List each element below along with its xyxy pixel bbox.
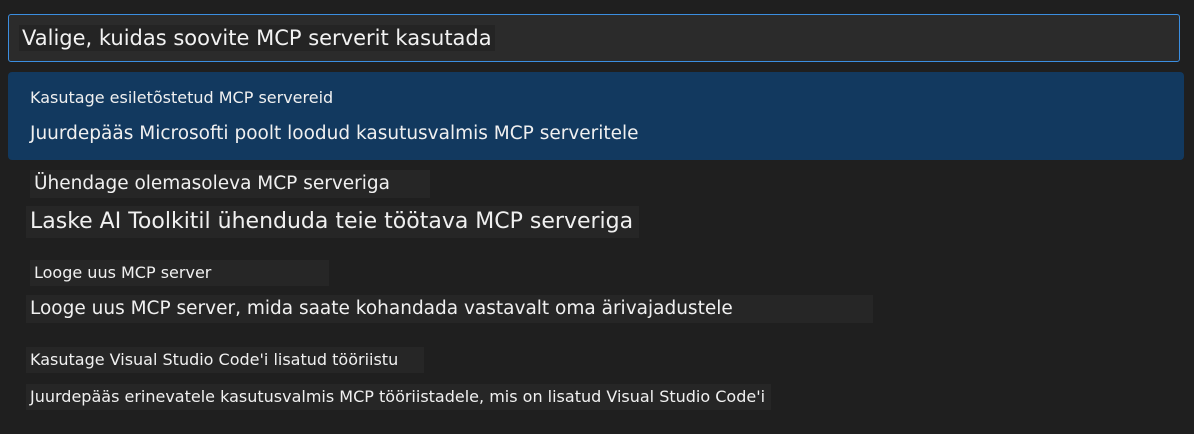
quick-pick-input[interactable]: Valige, kuidas soovite MCP serverit kasu… (8, 14, 1180, 62)
option-connect-existing[interactable]: Ühendage olemasoleva MCP serveriga Laske… (8, 166, 1184, 242)
option-create-new[interactable]: Looge uus MCP server Looge uus MCP serve… (8, 256, 1184, 328)
option-description: Looge uus MCP server, mida saate kohanda… (26, 295, 873, 323)
option-title: Ühendage olemasoleva MCP serveriga (30, 170, 430, 198)
option-title: Kasutage Visual Studio Code'i lisatud tö… (26, 347, 425, 373)
mcp-quick-pick: Valige, kuidas soovite MCP serverit kasu… (0, 0, 1194, 434)
option-description: Laske AI Toolkitil ühenduda teie töötava… (26, 206, 640, 238)
option-featured-servers[interactable]: Kasutage esiletõstetud MCP servereid Juu… (8, 72, 1184, 160)
option-title: Kasutage esiletõstetud MCP servereid (30, 88, 334, 107)
option-title: Looge uus MCP server (30, 260, 330, 286)
option-description: Juurdepääs Microsofti poolt loodud kasut… (30, 123, 639, 144)
option-vscode-tools[interactable]: Kasutage Visual Studio Code'i lisatud tö… (8, 344, 1184, 416)
quick-pick-query[interactable]: Valige, kuidas soovite MCP serverit kasu… (19, 25, 495, 51)
option-description: Juurdepääs erinevatele kasutusvalmis MCP… (26, 384, 772, 410)
